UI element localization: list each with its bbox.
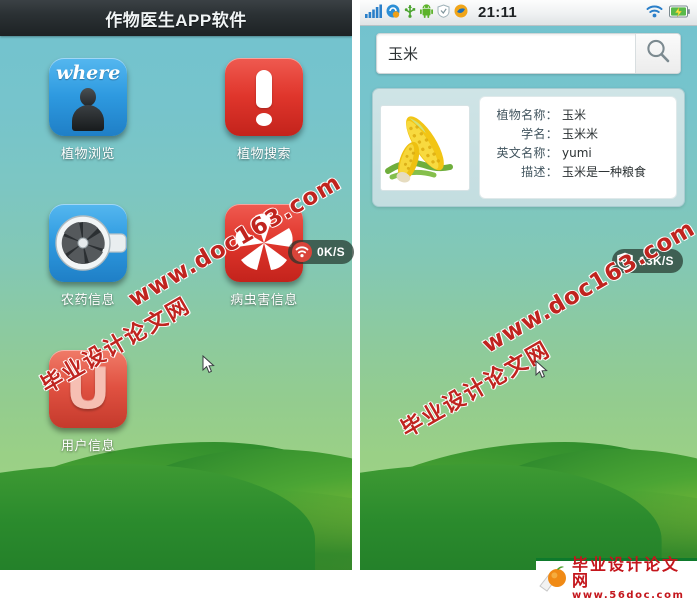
shield-icon — [616, 252, 634, 270]
page-title: 作物医生APP软件 — [105, 10, 247, 30]
app-label: 病虫害信息 — [230, 292, 298, 307]
network-speed-text: 13K/S — [639, 254, 674, 268]
browser-icon — [454, 4, 468, 21]
screenshot-stage: 作物医生APP软件 where 植物浏览 植物搜索 农药信息 病虫害信息 U 用… — [0, 0, 697, 601]
app-label: 农药信息 — [60, 292, 115, 307]
info-row-scientific-name: 学名： 玉米米 — [480, 125, 666, 144]
exclamation-icon[interactable] — [225, 58, 303, 136]
info-key: 英文名称： — [496, 146, 558, 160]
info-row-english-name: 英文名称： yumi — [480, 144, 666, 163]
exclamation-glyph-icon — [225, 58, 303, 136]
search-button[interactable] — [635, 34, 680, 73]
app-item-user-info[interactable]: U 用户信息 — [0, 332, 176, 454]
person-silhouette-icon — [71, 88, 105, 131]
app-label: 用户信息 — [60, 438, 115, 453]
info-value: 玉米 — [562, 108, 587, 122]
info-value: yumi — [562, 146, 592, 160]
site-logo-en: www.56doc.com — [572, 590, 685, 601]
where-text-icon: where — [56, 62, 121, 84]
fan-turbine-icon[interactable] — [49, 204, 127, 282]
app-item-plant-search[interactable]: 植物搜索 — [176, 40, 352, 162]
network-speed-badge-left[interactable]: 0K/S — [288, 240, 354, 264]
search-box[interactable] — [376, 33, 681, 74]
usb-icon — [404, 4, 416, 21]
site-logo: 毕业设计论文网 www.56doc.com — [536, 557, 697, 601]
plant-info-panel: 植物名称： 玉米 学名： 玉米米 英文名称： yumi 描述： 玉米是一种粮食 — [479, 96, 677, 199]
orange-fruit-icon — [538, 564, 572, 594]
network-speed-badge-right[interactable]: 13K/S — [612, 249, 683, 273]
app-label: 植物搜索 — [236, 146, 291, 161]
info-key: 学名： — [521, 127, 558, 141]
site-logo-cn: 毕业设计论文网 — [572, 555, 681, 590]
person-where-icon[interactable]: where — [49, 58, 127, 136]
plant-result-card[interactable]: 植物名称： 玉米 学名： 玉米米 英文名称： yumi 描述： 玉米是一种粮食 — [372, 88, 685, 207]
sync-icon — [386, 4, 400, 21]
fan-turbine-glyph-icon — [55, 215, 127, 271]
android-status-bar: 21:11 — [360, 0, 697, 26]
info-row-description: 描述： 玉米是一种粮食 — [480, 163, 666, 182]
letter-u-icon[interactable]: U — [49, 350, 127, 428]
app-title-bar: 作物医生APP软件 — [0, 0, 352, 36]
search-input[interactable] — [377, 34, 635, 73]
battery-charging-icon — [669, 5, 690, 21]
site-logo-text: 毕业设计论文网 www.56doc.com — [572, 557, 697, 601]
android-robot-icon — [420, 4, 433, 21]
wifi-icon — [646, 4, 663, 21]
app-item-pesticide-info[interactable]: 农药信息 — [0, 186, 176, 308]
info-row-plant-name: 植物名称： 玉米 — [480, 106, 666, 125]
letter-u-glyph-icon: U — [65, 356, 111, 422]
app-label: 植物浏览 — [60, 146, 115, 161]
shield-outline-icon — [437, 4, 450, 21]
right-phone-screen: 21:11 玉米 植物名称： 玉米 学名： 玉米米 英文名称： yumi 描述：… — [360, 0, 697, 570]
info-key: 植物名称： — [496, 108, 558, 122]
wifi-icon — [292, 242, 312, 262]
left-phone-screen: 作物医生APP软件 where 植物浏览 植物搜索 农药信息 病虫害信息 U 用… — [0, 0, 352, 570]
info-value: 玉米米 — [562, 127, 599, 141]
network-speed-text: 0K/S — [317, 245, 345, 259]
info-key: 描述： — [521, 165, 558, 179]
app-item-plant-browse[interactable]: where 植物浏览 — [0, 40, 176, 162]
info-value: 玉米是一种粮食 — [562, 165, 647, 179]
search-icon — [645, 38, 671, 69]
status-bar-clock: 21:11 — [478, 4, 518, 21]
corn-photo — [380, 104, 470, 191]
search-row — [360, 25, 697, 82]
signal-bars-icon — [365, 4, 382, 21]
status-bar-right-icons — [646, 4, 697, 21]
status-bar-left-icons — [360, 4, 468, 21]
